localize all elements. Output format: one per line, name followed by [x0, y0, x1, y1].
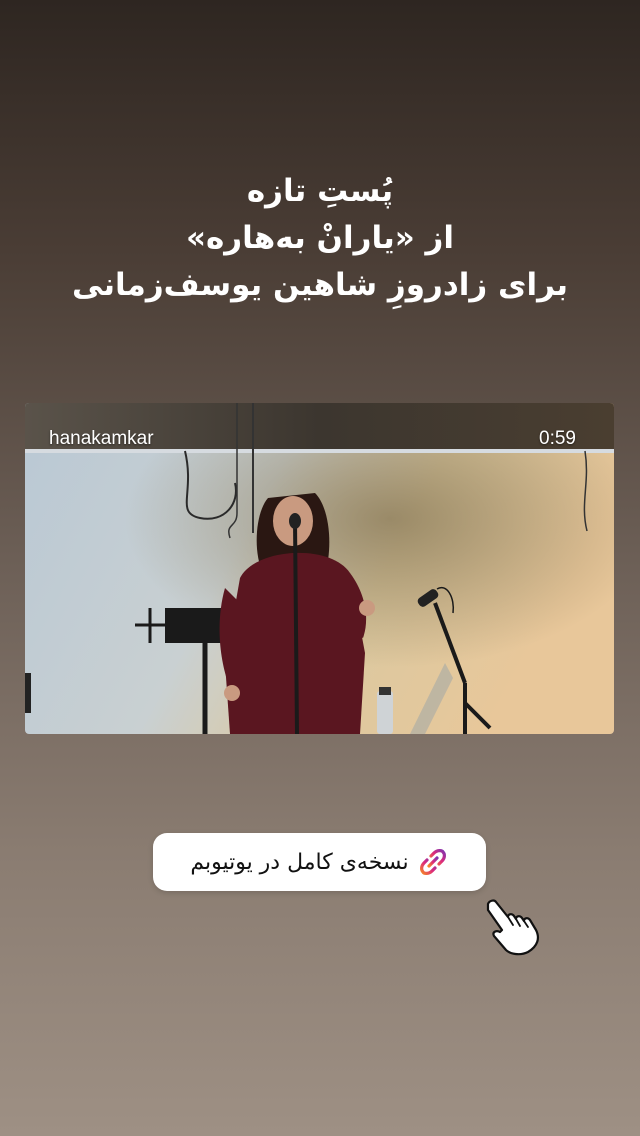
video-preview[interactable] [25, 403, 614, 734]
concert-scene-image [25, 403, 614, 734]
hand-pointer-icon [480, 896, 544, 964]
link-sticker-label: نسخه‌ی کامل در یوتیوبم [190, 849, 409, 875]
headline-line-2: از «یارانْ بەهارە» [185, 220, 455, 256]
story-headline: پُستِ تازه از «یارانْ بەهارە» برای زادرو… [0, 168, 640, 309]
video-duration: 0:59 [539, 428, 576, 449]
headline-line-1: پُستِ تازه [246, 173, 394, 209]
headline-line-3: برای زادروزِ شاهین یوسف‌زمانی [71, 267, 568, 303]
link-icon [417, 846, 449, 878]
video-username[interactable]: hanakamkar [49, 428, 154, 450]
youtube-link-sticker[interactable]: نسخه‌ی کامل در یوتیوبم [153, 833, 486, 891]
